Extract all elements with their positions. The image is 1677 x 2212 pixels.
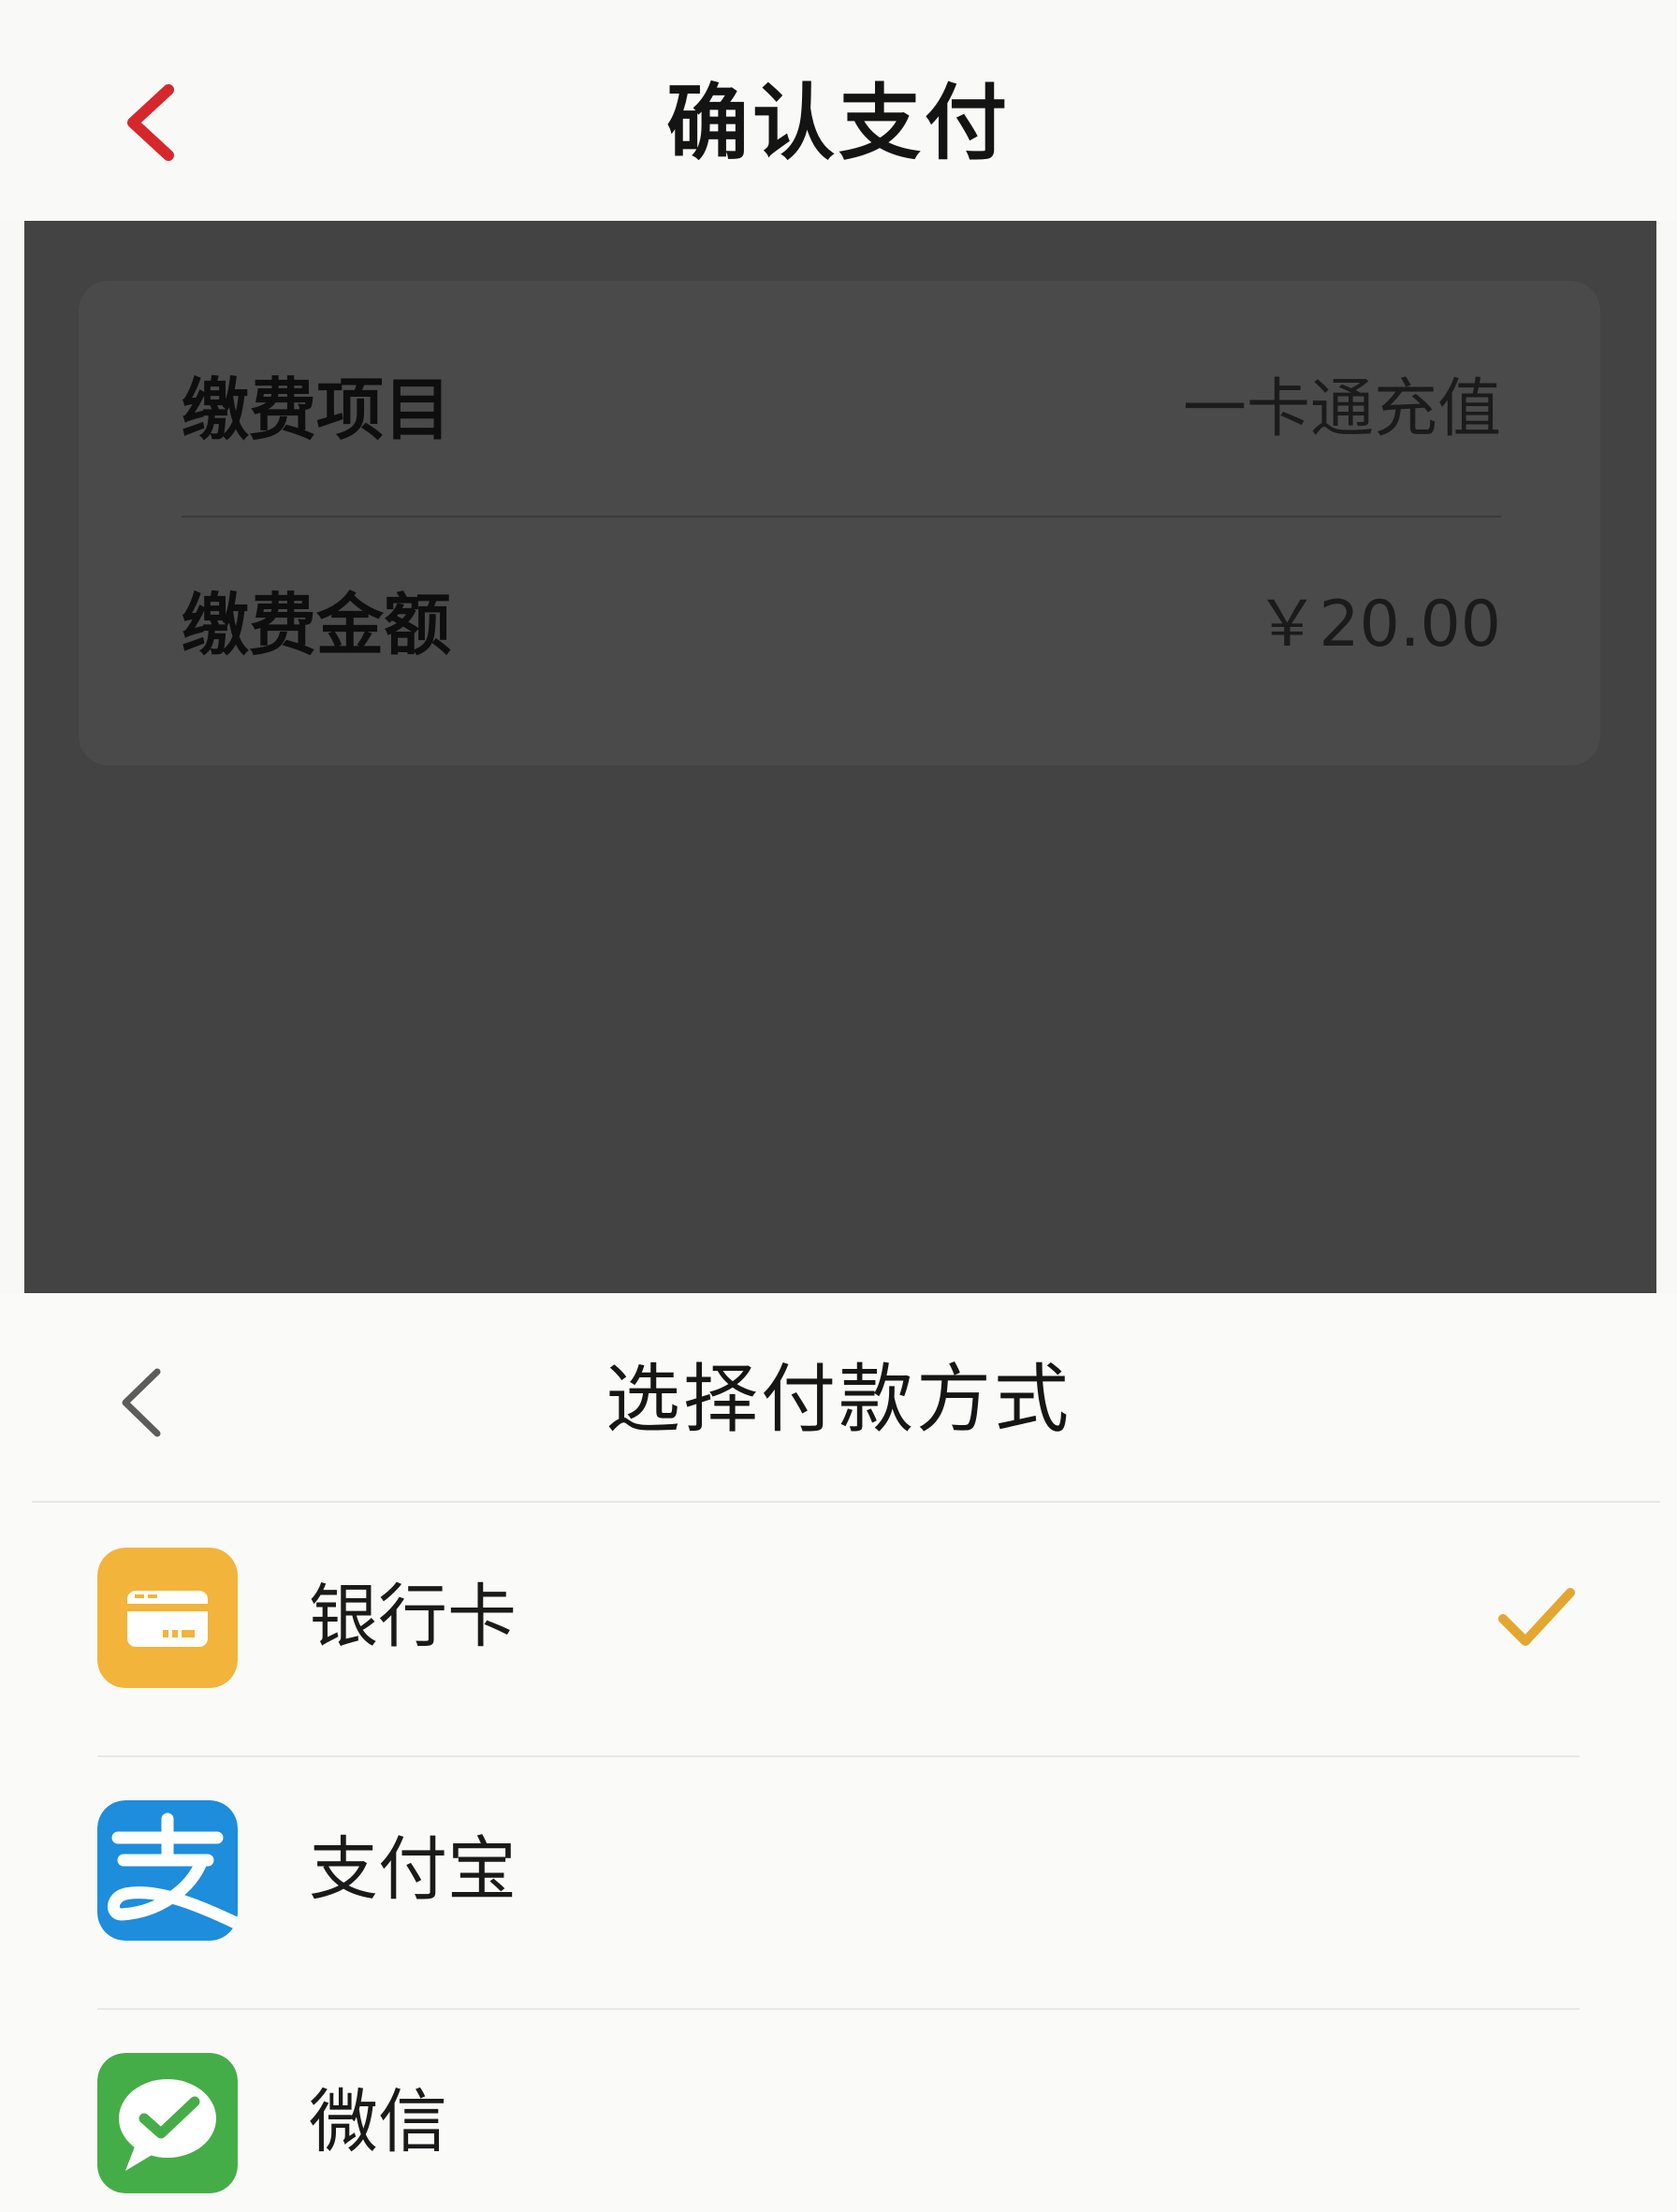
checkmark-icon xyxy=(1498,1588,1575,1646)
payment-method-alipay[interactable]: 支付宝 xyxy=(0,1757,1677,2010)
payment-method-sheet: 选择付款方式 银行卡 支付宝 微信 xyxy=(0,1293,1677,2212)
bank-card-icon xyxy=(97,1548,238,1688)
sheet-title: 选择付款方式 xyxy=(605,1356,1072,1443)
nav-bar: 确认支付 xyxy=(0,0,1677,221)
info-divider xyxy=(182,516,1501,517)
alipay-icon xyxy=(97,1800,238,1941)
page-title: 确认支付 xyxy=(665,75,1011,171)
payment-method-label: 银行卡 xyxy=(309,1577,517,1657)
payment-method-label: 微信 xyxy=(309,2082,447,2162)
payment-item-label: 缴费项目 xyxy=(182,371,452,449)
wechat-icon xyxy=(97,2053,238,2193)
payment-method-bank-card[interactable]: 银行卡 xyxy=(0,1505,1677,1757)
payment-item-value: 一卡通充值 xyxy=(1182,372,1501,446)
payment-amount-label: 缴费金额 xyxy=(182,586,452,664)
payment-confirm-screen: 确认支付 缴费项目 一卡通充值 缴费金额 ￥20.00 选择付款方式 银行卡 支… xyxy=(0,0,1677,2212)
payment-item-row: 缴费项目 一卡通充值 xyxy=(182,354,1501,466)
payment-amount-value: ￥20.00 xyxy=(1255,588,1501,662)
payment-amount-row: 缴费金额 ￥20.00 xyxy=(182,569,1501,681)
payment-method-label: 支付宝 xyxy=(309,1829,517,1910)
payment-method-wechat[interactable]: 微信 xyxy=(0,2010,1677,2212)
sheet-header-divider xyxy=(32,1501,1660,1503)
